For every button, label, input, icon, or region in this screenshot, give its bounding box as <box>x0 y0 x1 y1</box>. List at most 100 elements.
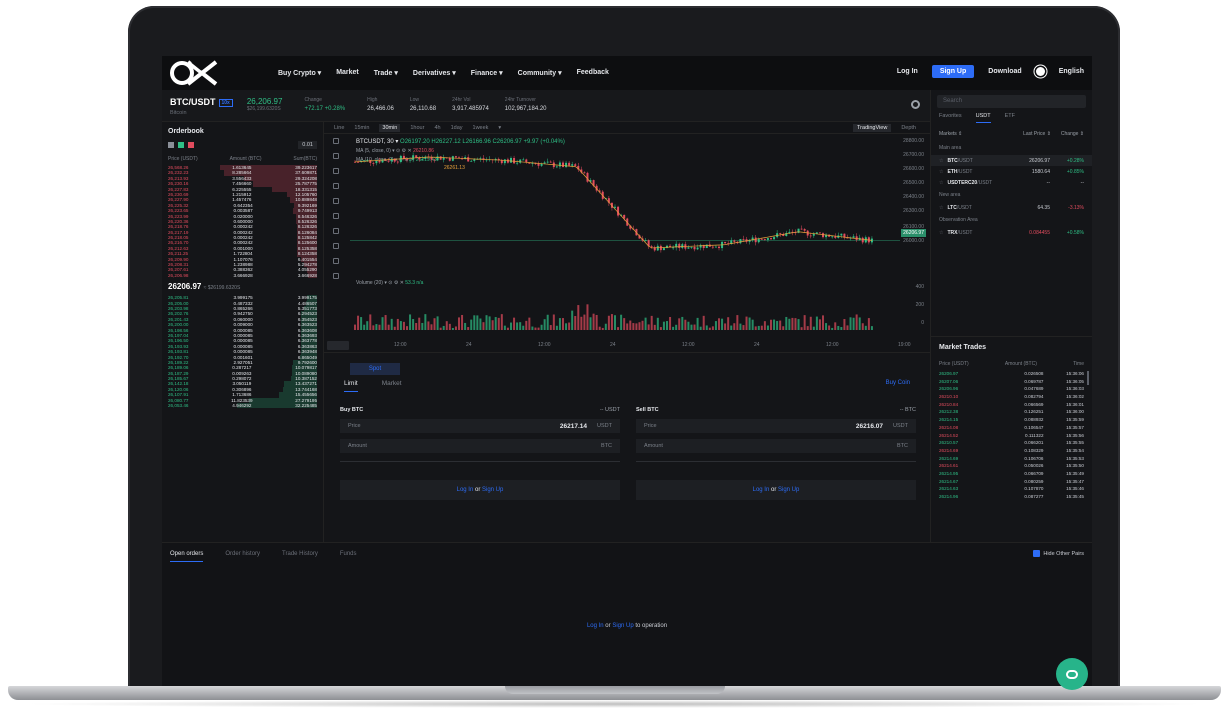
candle-body <box>519 159 522 163</box>
orderbook-row[interactable]: 26,053.46 4.946292 32.225485 <box>162 403 323 409</box>
pair-block[interactable]: BTC/USDT 10x Bitcoin <box>170 97 233 116</box>
signup-button[interactable]: Sign Up <box>931 65 975 78</box>
market-row[interactable]: ☆ USDTERC20/USDT -- -- <box>931 177 1092 188</box>
buy-signup-link[interactable]: Sign Up <box>482 487 503 493</box>
trade-amount: 0.106547 <box>1024 424 1044 430</box>
volume-bar <box>454 326 457 330</box>
trades-scrollbar[interactable] <box>1087 371 1089 385</box>
price-chart[interactable]: Line 15min 30min 1hour 4h 1day 1week ▾ TradingVi… <box>324 122 930 352</box>
market-row[interactable]: ☆ BTC/USDT 26206.97 +0.28% <box>931 155 1092 166</box>
orders-signup-link[interactable]: Sign Up <box>612 623 633 629</box>
nav-link[interactable]: Community ▾ <box>518 69 562 77</box>
pattern-tool-icon[interactable] <box>333 213 339 219</box>
chart-interval-5[interactable]: 1day <box>451 125 463 131</box>
lock-tool-icon[interactable] <box>333 273 339 279</box>
hide-other-pairs-checkbox[interactable]: Hide Other Pairs <box>1033 550 1084 557</box>
tab-usdt[interactable]: USDT <box>975 113 991 123</box>
chart-interval-6[interactable]: 1week <box>473 125 489 131</box>
spot-tab[interactable]: Spot <box>350 363 400 375</box>
text-tool-icon[interactable] <box>333 198 339 204</box>
nav-link[interactable]: Buy Crypto ▾ <box>278 69 321 77</box>
tab-funds[interactable]: Funds <box>340 551 357 562</box>
orderbook-row[interactable]: 26,206.98 3.666928 3.666928 <box>162 272 323 279</box>
favorite-star-icon[interactable]: ☆ <box>939 205 943 211</box>
market-row[interactable]: ☆ TRX/USDT 0.084455 +0.58% <box>931 227 1092 238</box>
tab-order-history[interactable]: Order history <box>225 551 260 562</box>
buy-login-button[interactable]: Log In or Sign Up <box>340 480 620 500</box>
tradingview-button[interactable]: TradingView <box>853 123 892 132</box>
candle-body <box>724 241 727 244</box>
crosshair-tool-icon[interactable] <box>333 138 339 144</box>
tab-favorites[interactable]: Favorites <box>939 113 962 123</box>
nav-link[interactable]: Trade ▾ <box>374 69 398 77</box>
favorite-star-icon[interactable]: ☆ <box>939 230 943 236</box>
chart-interval-4[interactable]: 4h <box>434 125 440 131</box>
depth-button[interactable]: Depth <box>901 125 916 131</box>
market-search-input[interactable]: Search <box>937 95 1086 108</box>
orders-login-link[interactable]: Log In <box>587 623 604 629</box>
volume-bar <box>464 322 467 330</box>
settings-gear-icon[interactable] <box>911 100 920 109</box>
volume-bar <box>806 326 809 330</box>
chart-interval-2[interactable]: 30min <box>379 123 401 132</box>
theme-toggle-icon[interactable] <box>1035 67 1045 76</box>
markets-col-markets[interactable]: Markets ⇕ <box>939 131 962 137</box>
chart-interval-7[interactable]: ▾ <box>498 125 501 131</box>
volume-bar <box>406 326 408 330</box>
nav-link[interactable]: Finance ▾ <box>471 69 503 77</box>
decimal-select[interactable]: 0.01 <box>298 141 317 149</box>
markets-col-change[interactable]: Change ⇕ <box>1061 131 1084 137</box>
sell-price-field[interactable]: Price 26216.07 USDT <box>636 419 916 433</box>
nav-link[interactable]: Market <box>336 69 359 77</box>
tab-market[interactable]: Market <box>382 380 402 392</box>
moving-average-line <box>354 156 872 249</box>
market-row[interactable]: ☆ ETH/USDT 1580.64 +0.85% <box>931 166 1092 177</box>
buy-price-field[interactable]: Price 26217.14 USDT <box>340 419 620 433</box>
trade-row: 26214.95 0.066709 15:35:49 <box>931 470 1092 478</box>
nav-link[interactable]: Feedback <box>577 69 609 77</box>
favorite-star-icon[interactable]: ☆ <box>939 158 943 164</box>
ok-logo[interactable] <box>168 59 222 87</box>
ruler-tool-icon[interactable] <box>333 258 339 264</box>
orderbook-panel: Orderbook 0.01 Price (USDT) Amount (BTC)… <box>162 122 324 542</box>
volume-bar <box>424 314 427 330</box>
sell-login-button[interactable]: Log In or Sign Up <box>636 480 916 500</box>
login-link[interactable]: Log In <box>897 68 918 75</box>
chart-interval-0[interactable]: Line <box>334 125 344 131</box>
orderbook-bids-icon[interactable] <box>178 142 184 148</box>
trade-amount: 0.111322 <box>1025 432 1044 438</box>
buy-login-link[interactable]: Log In <box>457 487 474 493</box>
chart-interval-3[interactable]: 1hour <box>410 125 424 131</box>
tab-limit[interactable]: Limit <box>344 380 358 392</box>
favorite-star-icon[interactable]: ☆ <box>939 180 943 186</box>
language-selector[interactable]: English <box>1059 68 1084 75</box>
download-link[interactable]: Download <box>988 68 1021 75</box>
fib-tool-icon[interactable] <box>333 168 339 174</box>
favorite-star-icon[interactable]: ☆ <box>939 169 943 175</box>
brush-tool-icon[interactable] <box>333 183 339 189</box>
back-arrow-icon[interactable] <box>333 243 339 249</box>
chart-interval-1[interactable]: 15min <box>354 125 369 131</box>
buy-amount-slider[interactable] <box>340 461 620 462</box>
tab-trade-history[interactable]: Trade History <box>282 551 318 562</box>
orderbook-both-icon[interactable] <box>168 142 174 148</box>
sell-signup-link[interactable]: Sign Up <box>778 487 799 493</box>
chat-support-button[interactable] <box>1056 658 1088 690</box>
tab-etf[interactable]: ETF <box>1005 113 1015 123</box>
sell-login-link[interactable]: Log In <box>753 487 770 493</box>
market-row[interactable]: ☆ LTC/USDT 64.35 -3.13% <box>931 202 1092 213</box>
tab-open-orders[interactable]: Open orders <box>170 551 204 562</box>
measure-tool-icon[interactable] <box>333 228 339 234</box>
orderbook-asks-icon[interactable] <box>188 142 194 148</box>
volume-indicator[interactable]: Volume (20) ▾ ⊙ ⚙ ✕ <box>356 280 404 286</box>
sell-amount-slider[interactable] <box>636 461 916 462</box>
x-tick: 12:00 <box>538 342 551 348</box>
markets-col-price[interactable]: Last Price ⇕ <box>1023 131 1051 137</box>
volume-bar <box>354 324 356 330</box>
trendline-tool-icon[interactable] <box>333 153 339 159</box>
volume-bar <box>733 323 736 330</box>
buy-amount-field[interactable]: Amount BTC <box>340 439 620 453</box>
buy-coin-link[interactable]: Buy Coin <box>886 380 910 386</box>
sell-amount-field[interactable]: Amount BTC <box>636 439 916 453</box>
nav-link[interactable]: Derivatives ▾ <box>413 69 456 77</box>
